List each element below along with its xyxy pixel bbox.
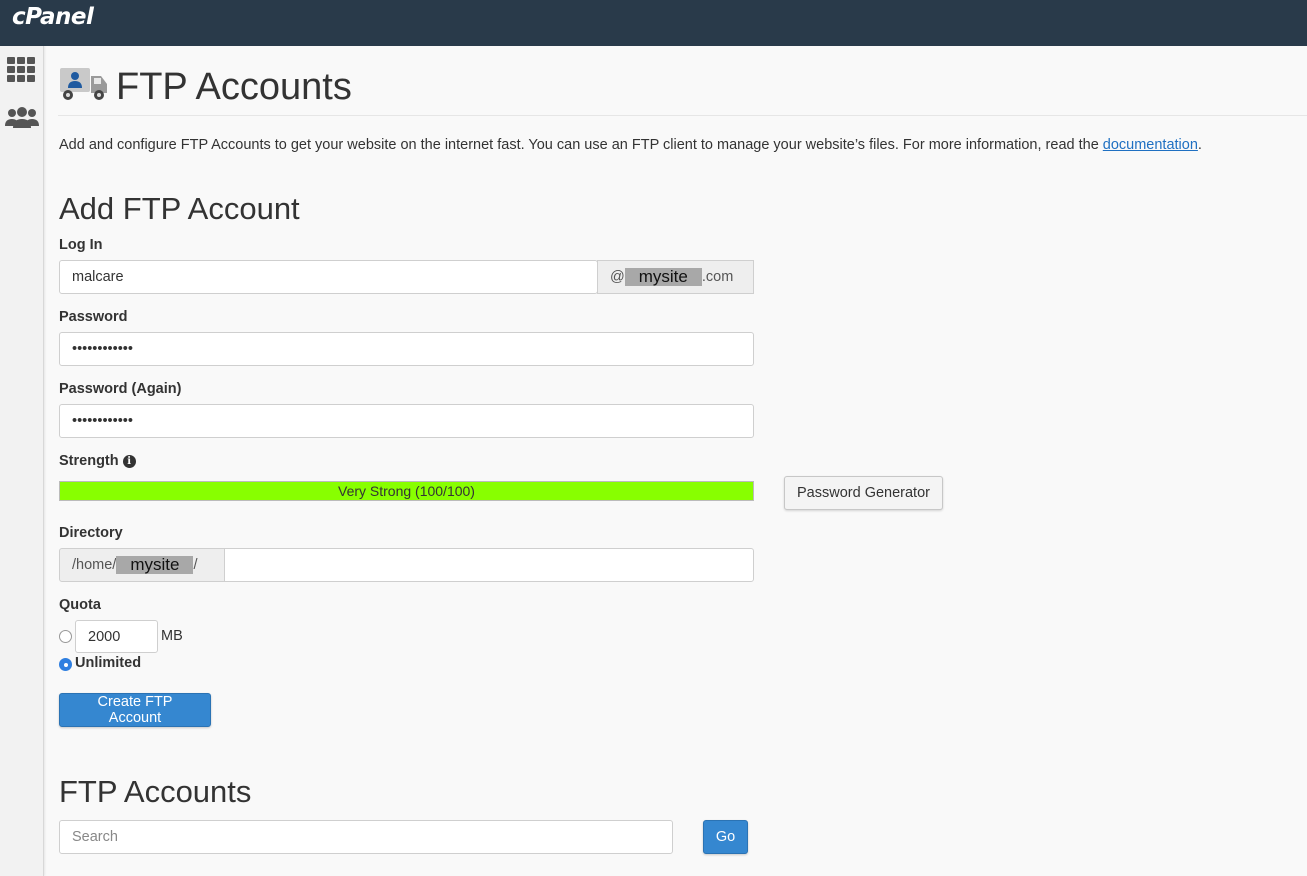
quota-unlimited-label[interactable]: Unlimited [75, 655, 141, 671]
password-again-label: Password (Again) [59, 381, 182, 397]
quota-label: Quota [59, 597, 101, 613]
password-again-input[interactable]: •••••••••••• [59, 404, 754, 438]
create-ftp-account-button[interactable]: Create FTP Account [59, 693, 211, 727]
ftp-truck-icon [58, 66, 110, 105]
redacted-directory: mysite [116, 556, 194, 575]
directory-label: Directory [59, 525, 123, 541]
main-content: FTP Accounts Add and configure FTP Accou… [44, 46, 1307, 876]
page-header: FTP Accounts [58, 64, 1307, 116]
password-input[interactable]: •••••••••••• [59, 332, 754, 366]
quota-unit: MB [161, 628, 183, 644]
directory-prefix-addon: /home/mysite / [59, 548, 225, 582]
login-label: Log In [59, 237, 103, 253]
redacted-domain: mysite [624, 268, 702, 287]
quota-input[interactable]: 2000 [75, 620, 158, 653]
add-ftp-account-heading: Add FTP Account [59, 191, 300, 226]
search-placeholder: Search [72, 829, 118, 845]
search-input[interactable]: Search [59, 820, 673, 854]
password-generator-button[interactable]: Password Generator [784, 476, 943, 510]
strength-meter: Very Strong (100/100) [59, 481, 754, 501]
login-input[interactable]: malcare [59, 260, 598, 294]
password-label: Password [59, 309, 128, 325]
go-button[interactable]: Go [703, 820, 748, 854]
grid-icon[interactable] [6, 56, 36, 87]
ftp-accounts-heading: FTP Accounts [59, 774, 252, 809]
documentation-link[interactable]: documentation [1103, 137, 1198, 153]
directory-input[interactable] [224, 548, 754, 582]
info-icon[interactable]: i [122, 455, 136, 468]
strength-label-row: Strength i [59, 453, 136, 469]
quota-unlimited-radio[interactable] [59, 658, 72, 671]
users-icon[interactable] [4, 106, 40, 133]
cpanel-logo[interactable]: cPanel [12, 4, 94, 30]
sidebar [0, 46, 44, 876]
domain-addon[interactable]: @ mysite .com [597, 260, 754, 294]
quota-limited-radio[interactable] [59, 630, 72, 643]
strength-text: Very Strong (100/100) [338, 483, 475, 499]
top-bar: cPanel [0, 0, 1307, 46]
page-title: FTP Accounts [116, 66, 352, 108]
page-description: Add and configure FTP Accounts to get yo… [59, 137, 1202, 153]
